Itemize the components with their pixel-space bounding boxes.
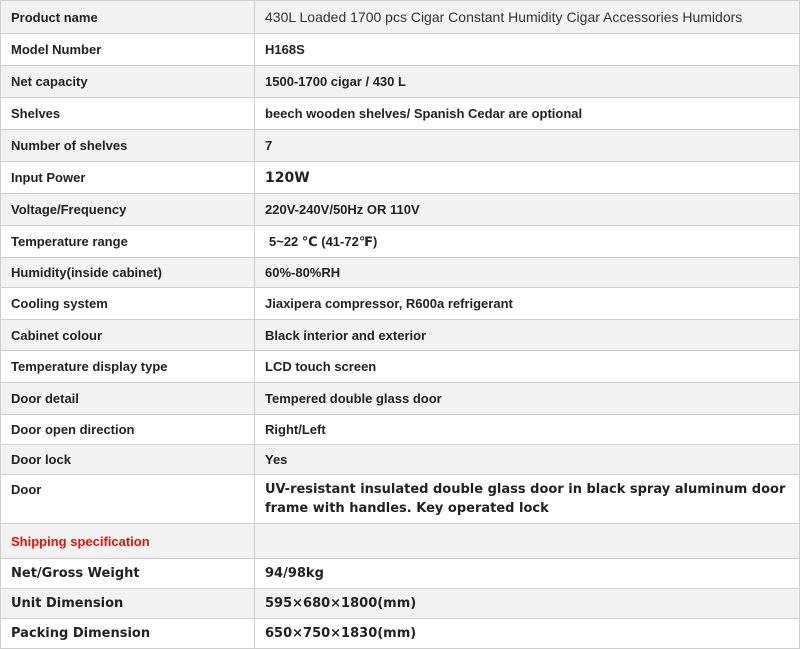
spec-value: H168S [254, 33, 800, 66]
spec-value: UV-resistant insulated double glass door… [254, 474, 800, 524]
table-row: Number of shelves 7 [0, 129, 800, 162]
spec-label: Temperature range [0, 225, 255, 258]
spec-label: Model Number [0, 33, 255, 66]
spec-label: Door lock [0, 444, 255, 475]
table-row: Shipping specification [0, 523, 800, 559]
spec-value: 60%-80%RH [254, 257, 800, 288]
table-row: Net capacity 1500-1700 cigar / 430 L [0, 65, 800, 98]
spec-value: 220V-240V/50Hz OR 110V [254, 193, 800, 226]
spec-label: Shelves [0, 97, 255, 130]
spec-label: Number of shelves [0, 129, 255, 162]
table-row: Humidity(inside cabinet) 60%-80%RH [0, 257, 800, 288]
spec-label: Product name [0, 0, 255, 34]
spec-label: Door open direction [0, 414, 255, 445]
table-row: Cabinet colour Black interior and exteri… [0, 319, 800, 351]
spec-value: Tempered double glass door [254, 382, 800, 415]
spec-value: 1500-1700 cigar / 430 L [254, 65, 800, 98]
spec-label: Packing Dimension [0, 618, 255, 649]
table-row: Input Power 120W [0, 161, 800, 194]
table-row: Temperature range 5~22 ℃ (41-72℉) [0, 225, 800, 258]
spec-value: Yes [254, 444, 800, 475]
spec-value: beech wooden shelves/ Spanish Cedar are … [254, 97, 800, 130]
spec-label: Humidity(inside cabinet) [0, 257, 255, 288]
table-row: Model Number H168S [0, 33, 800, 66]
spec-value: Jiaxipera compressor, R600a refrigerant [254, 287, 800, 320]
table-row: Net/Gross Weight 94/98kg [0, 558, 800, 589]
spec-value [254, 523, 800, 559]
spec-value: 650×750×1830(mm) [254, 618, 800, 649]
table-row: Cooling system Jiaxipera compressor, R60… [0, 287, 800, 320]
spec-value: LCD touch screen [254, 350, 800, 383]
table-row: Shelves beech wooden shelves/ Spanish Ce… [0, 97, 800, 130]
spec-label: Door detail [0, 382, 255, 415]
table-row: Packing Dimension 650×750×1830(mm) [0, 618, 800, 649]
spec-value: 5~22 ℃ (41-72℉) [254, 225, 800, 258]
spec-label: Temperature display type [0, 350, 255, 383]
spec-value: 7 [254, 129, 800, 162]
section-heading: Shipping specification [0, 523, 255, 559]
spec-value: 595×680×1800(mm) [254, 588, 800, 619]
table-row: Temperature display type LCD touch scree… [0, 350, 800, 383]
table-row: Door UV-resistant insulated double glass… [0, 474, 800, 524]
spec-label: Cabinet colour [0, 319, 255, 351]
table-row: Door lock Yes [0, 444, 800, 475]
spec-label: Input Power [0, 161, 255, 194]
spec-value: Right/Left [254, 414, 800, 445]
spec-label: Net capacity [0, 65, 255, 98]
spec-value: 120W [254, 161, 800, 194]
table-row: Door open direction Right/Left [0, 414, 800, 445]
table-row: Unit Dimension 595×680×1800(mm) [0, 588, 800, 619]
spec-label: Door [0, 474, 255, 524]
spec-label: Cooling system [0, 287, 255, 320]
table-row: Door detail Tempered double glass door [0, 382, 800, 415]
spec-value: 94/98kg [254, 558, 800, 589]
table-row: Voltage/Frequency 220V-240V/50Hz OR 110V [0, 193, 800, 226]
spec-value: 430L Loaded 1700 pcs Cigar Constant Humi… [254, 0, 800, 34]
spec-label: Unit Dimension [0, 588, 255, 619]
spec-value: Black interior and exterior [254, 319, 800, 351]
spec-label: Net/Gross Weight [0, 558, 255, 589]
spec-table: Product name 430L Loaded 1700 pcs Cigar … [0, 0, 800, 649]
table-row: Product name 430L Loaded 1700 pcs Cigar … [0, 0, 800, 34]
spec-label: Voltage/Frequency [0, 193, 255, 226]
